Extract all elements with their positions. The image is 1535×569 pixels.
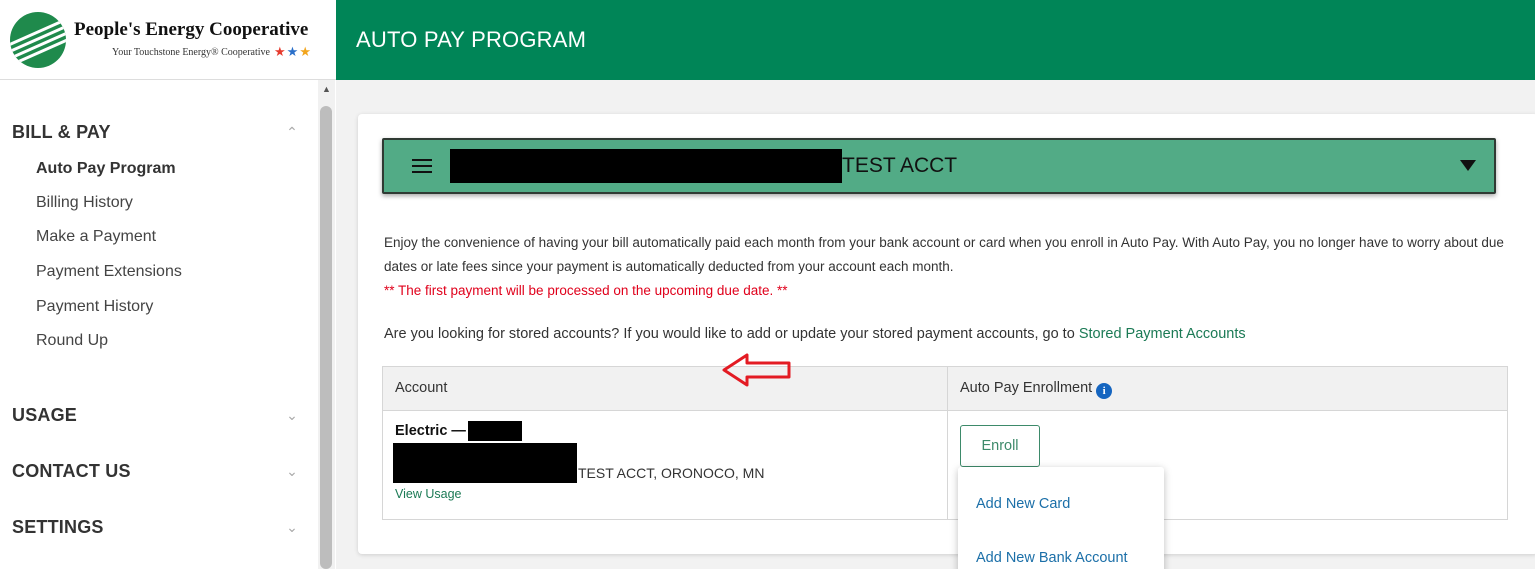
column-header-account: Account: [395, 380, 448, 396]
add-new-card-option[interactable]: Add New Card: [976, 496, 1070, 512]
sidebar-item-auto-pay-program[interactable]: Auto Pay Program: [36, 160, 176, 178]
stored-payment-accounts-link[interactable]: Stored Payment Accounts: [1079, 326, 1246, 342]
auto-pay-card: TEST ACCT Enjoy the convenience of havin…: [358, 114, 1535, 554]
account-name: TEST ACCT: [842, 154, 958, 177]
view-usage-link[interactable]: View Usage: [395, 487, 764, 501]
sidebar-item-payment-extensions[interactable]: Payment Extensions: [36, 263, 182, 281]
first-payment-notice: ** The first payment will be processed o…: [384, 283, 788, 298]
chevron-up-icon: ⌃: [286, 124, 298, 140]
auto-pay-description: Enjoy the convenience of having your bil…: [384, 235, 1504, 274]
brand-name: People's Energy Cooperative: [74, 19, 309, 40]
redacted-account-number: [450, 149, 842, 183]
enroll-button[interactable]: Enroll: [960, 425, 1040, 467]
annotation-arrow-icon: [722, 353, 791, 387]
service-label: Electric —: [395, 423, 466, 439]
add-new-bank-account-option[interactable]: Add New Bank Account: [976, 550, 1128, 566]
enroll-options-menu: Add New Card Add New Bank Account: [958, 467, 1164, 569]
column-header-enrollment: Auto Pay Enrollment i: [960, 380, 1113, 399]
nav-section-label: SETTINGS: [12, 517, 104, 537]
nav-section-label: CONTACT US: [12, 461, 131, 481]
column-header-enrollment-label: Auto Pay Enrollment: [960, 380, 1093, 396]
nav-section-label: USAGE: [12, 405, 78, 425]
nav-section-label: BILL & PAY: [12, 122, 111, 142]
brand-tagline: Your Touchstone Energy® Cooperative: [112, 46, 270, 58]
scroll-up-arrow-icon[interactable]: ▲: [318, 84, 335, 94]
service-type: Electric —: [395, 421, 764, 441]
sidebar: People's Energy Cooperative Your Touchst…: [0, 0, 336, 569]
touchstone-stars-icon: ★ ★ ★: [274, 44, 311, 59]
chevron-down-icon: ⌄: [286, 407, 298, 423]
cooperative-logo-icon: [10, 11, 66, 68]
table-row: Electric — TEST ACCT, ORONOCO, MN View U…: [393, 421, 765, 501]
caret-down-icon[interactable]: [1460, 160, 1476, 171]
redacted-address: [393, 443, 577, 483]
redacted-service-id: [467, 421, 522, 441]
nav-section-settings[interactable]: SETTINGS ⌄: [12, 517, 302, 538]
chevron-down-icon: ⌄: [286, 519, 298, 535]
account-selector[interactable]: TEST ACCT: [382, 138, 1496, 194]
service-address: TEST ACCT, ORONOCO, MN: [393, 443, 765, 483]
nav-section-bill-pay[interactable]: BILL & PAY ⌃: [12, 122, 302, 143]
page-title: AUTO PAY PROGRAM: [356, 27, 587, 52]
stored-accounts-text: Are you looking for stored accounts? If …: [384, 322, 1246, 346]
sidebar-item-round-up[interactable]: Round Up: [36, 332, 108, 350]
brand-logo[interactable]: People's Energy Cooperative Your Touchst…: [0, 0, 336, 80]
sidebar-nav: BILL & PAY ⌃ Auto Pay Program Billing Hi…: [0, 80, 316, 569]
address-text: TEST ACCT, ORONOCO, MN: [578, 465, 765, 481]
sidebar-item-make-a-payment[interactable]: Make a Payment: [36, 228, 156, 246]
nav-section-usage[interactable]: USAGE ⌄: [12, 405, 302, 426]
main-content: TEST ACCT Enjoy the convenience of havin…: [336, 80, 1535, 569]
column-divider: [947, 367, 948, 519]
chevron-down-icon: ⌄: [286, 463, 298, 479]
page-header: AUTO PAY PROGRAM: [336, 0, 1535, 80]
scrollbar-thumb[interactable]: [320, 106, 332, 569]
info-icon[interactable]: i: [1096, 383, 1113, 399]
sidebar-scrollbar[interactable]: ▲: [318, 80, 335, 569]
hamburger-icon[interactable]: [412, 159, 432, 173]
sidebar-item-billing-history[interactable]: Billing History: [36, 194, 133, 212]
stored-accounts-prompt: Are you looking for stored accounts? If …: [384, 326, 1075, 342]
sidebar-item-payment-history[interactable]: Payment History: [36, 298, 153, 316]
nav-section-contact-us[interactable]: CONTACT US ⌄: [12, 461, 302, 482]
table-header-row: Account Auto Pay Enrollment i: [383, 367, 1507, 411]
accounts-table: Account Auto Pay Enrollment i Electric — …: [382, 366, 1508, 520]
